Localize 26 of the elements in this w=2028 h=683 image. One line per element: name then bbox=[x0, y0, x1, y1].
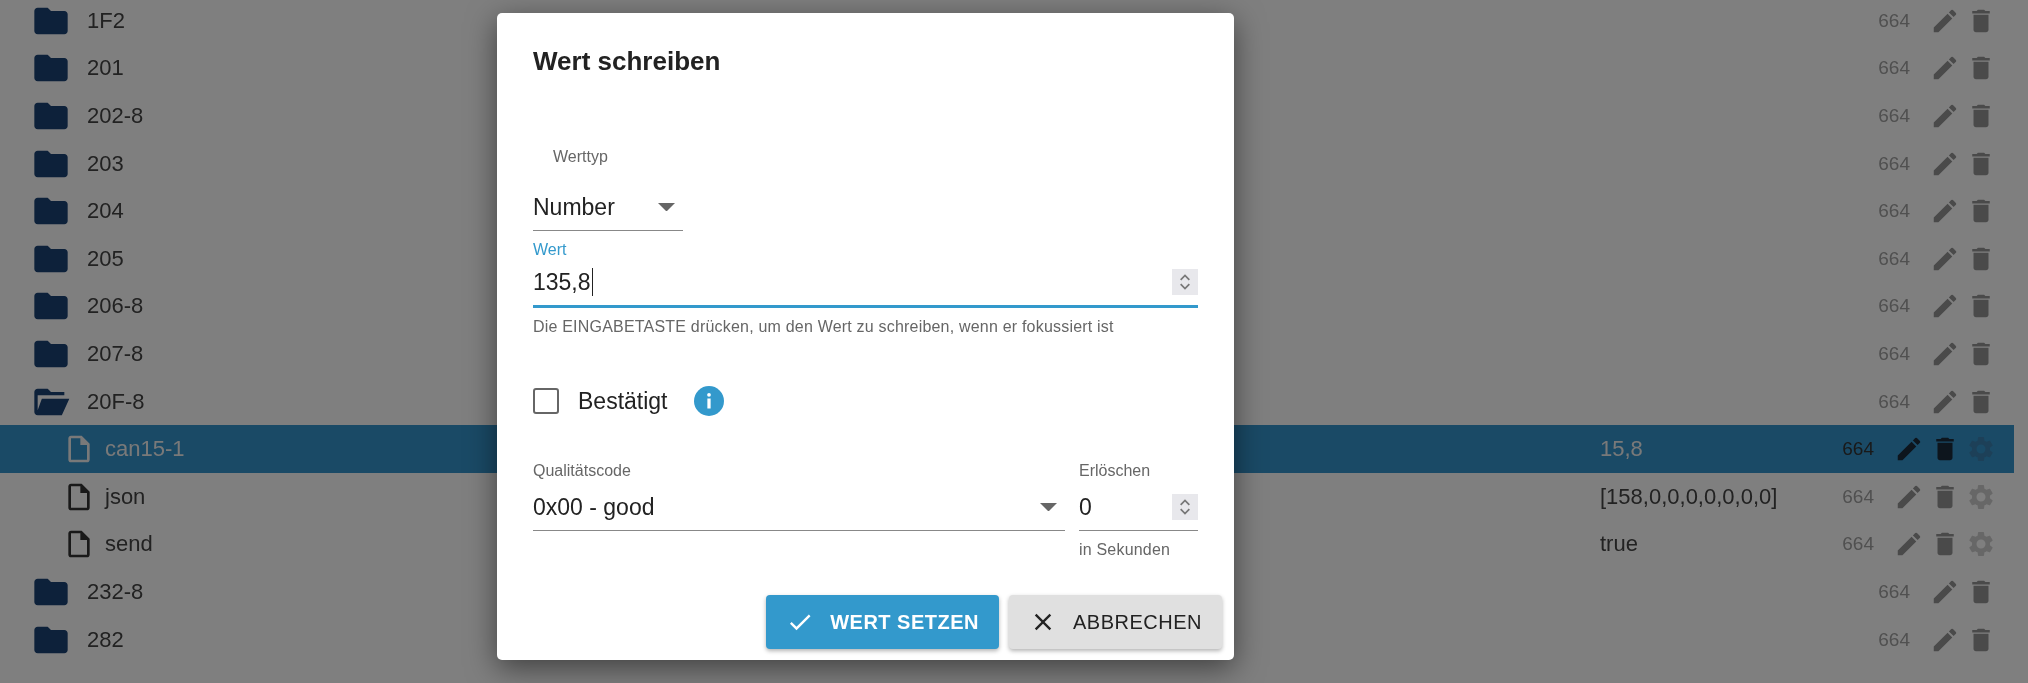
item-value: [158,0,0,0,0,0,0,0] bbox=[1600, 483, 1778, 509]
item-name: 232-8 bbox=[87, 578, 144, 605]
item-name: 206-8 bbox=[87, 293, 144, 320]
item-name: 201 bbox=[87, 55, 124, 82]
checkbox-label: Bestätigt bbox=[578, 387, 668, 415]
field-label: Qualitätscode bbox=[533, 462, 632, 480]
item-name: can15-1 bbox=[105, 436, 185, 463]
item-name: 1F2 bbox=[87, 7, 125, 34]
item-name: 202-8 bbox=[87, 103, 144, 129]
item-name: 205 bbox=[87, 245, 124, 272]
dialog-title: Wert schreiben bbox=[533, 46, 722, 77]
item-name: 203 bbox=[87, 150, 124, 177]
helper-text: Die EINGABETASTE drücken, um den Wert zu schreiben, wenn er fokussiert ist bbox=[533, 318, 1115, 336]
item-name: json bbox=[105, 483, 146, 510]
rights-text: 664 bbox=[1842, 438, 1874, 461]
field-label: Werttyp bbox=[552, 148, 609, 166]
item-name: 207-8 bbox=[87, 340, 144, 367]
helper-text: in Sekunden bbox=[1079, 541, 1172, 559]
item-name: send bbox=[105, 531, 153, 558]
item-name: 204 bbox=[87, 198, 124, 225]
field-label: Wert bbox=[533, 241, 568, 259]
item-value: 15,8 bbox=[1600, 436, 1643, 462]
item-value: true bbox=[1600, 531, 1638, 557]
item-name: 20F-8 bbox=[87, 388, 145, 415]
field-label: Erlöschen bbox=[1079, 462, 1152, 480]
item-name: 282 bbox=[87, 626, 124, 653]
